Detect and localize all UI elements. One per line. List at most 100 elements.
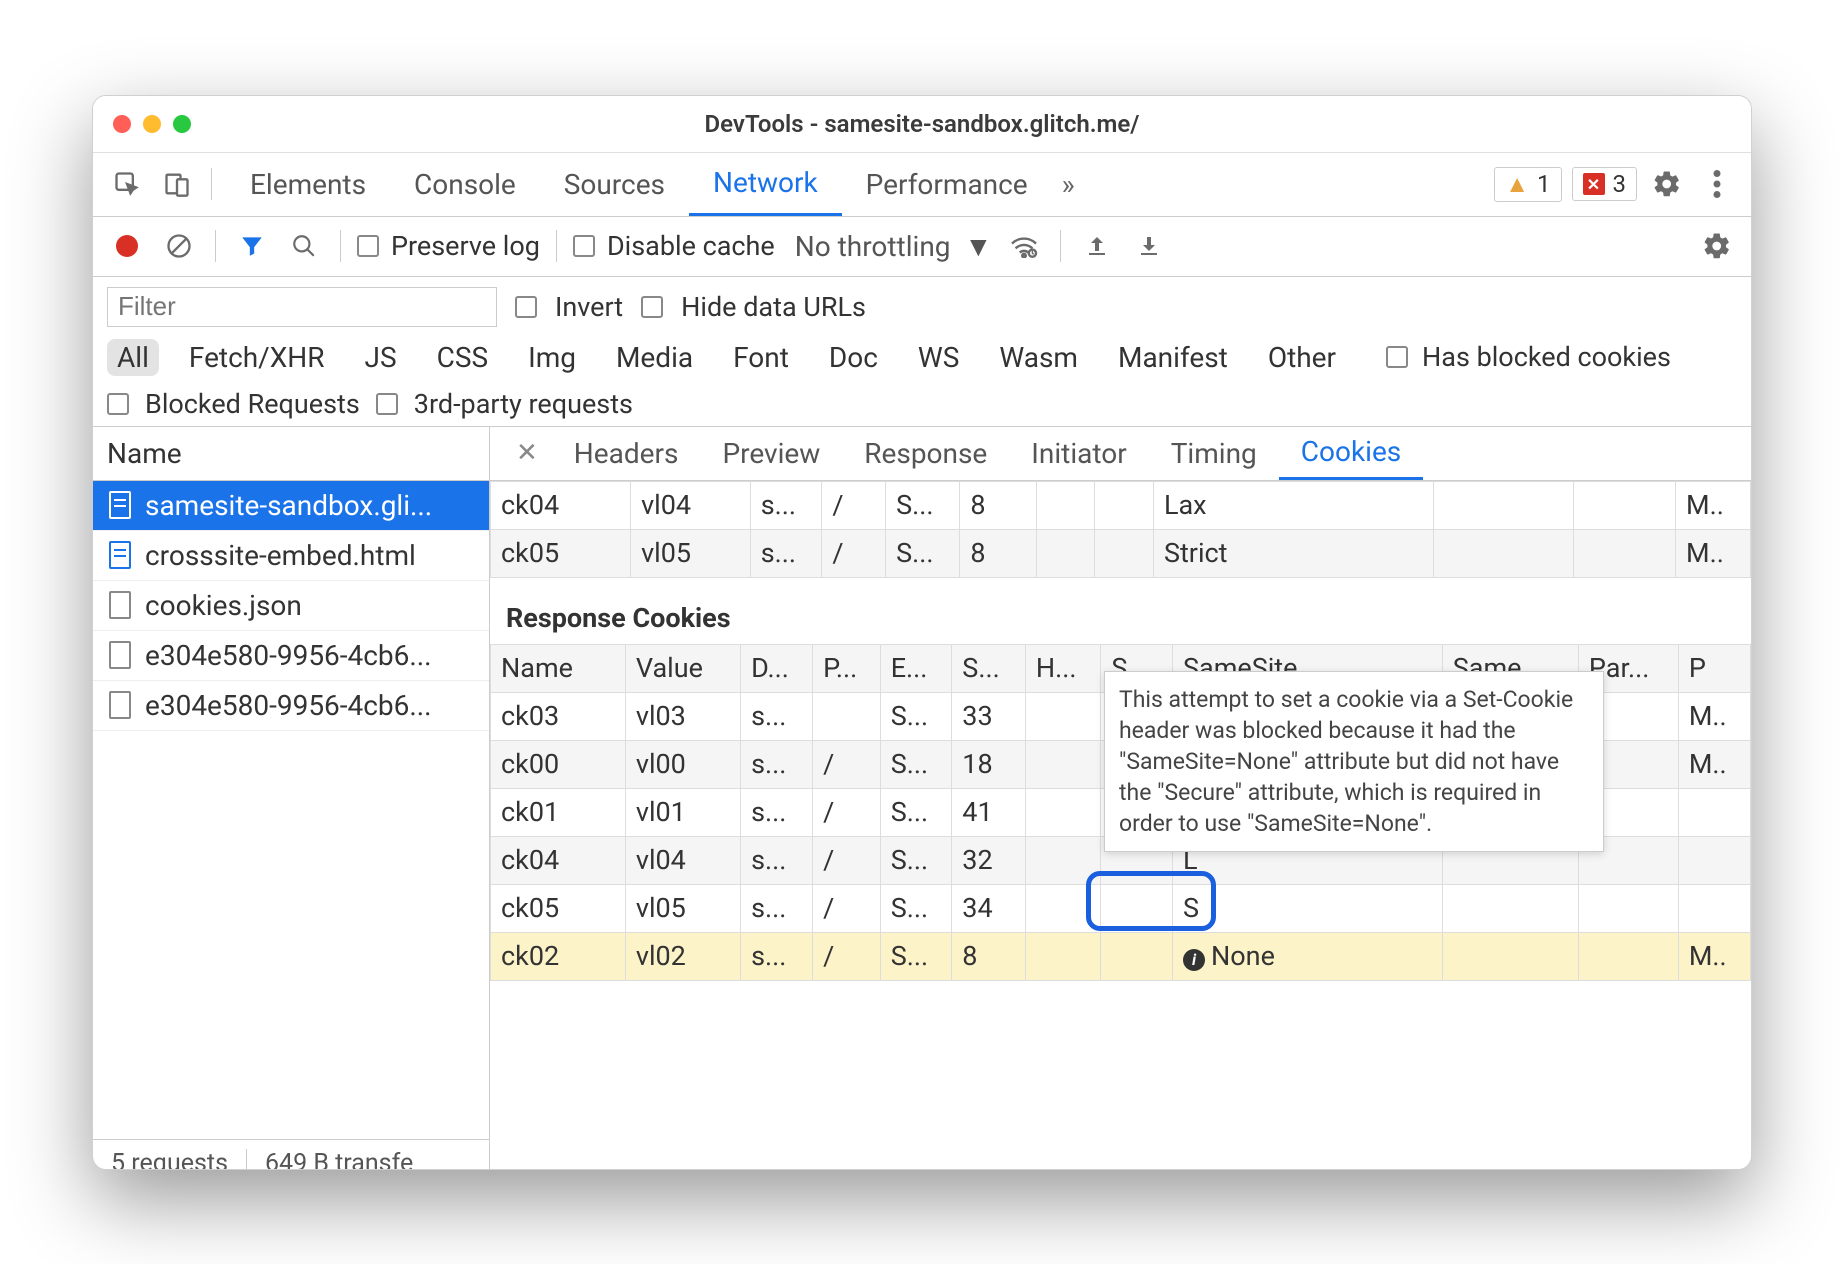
cookie-cell-p: /	[813, 740, 881, 788]
throttling-select[interactable]: No throttling ▼	[795, 230, 993, 263]
chip-ws[interactable]: WS	[908, 339, 969, 376]
tab-elements[interactable]: Elements	[226, 153, 390, 216]
chip-wasm[interactable]: Wasm	[989, 339, 1088, 376]
requests-header[interactable]: Name	[93, 427, 489, 481]
request-row[interactable]: cookies.json	[93, 581, 489, 631]
preserve-log-checkbox[interactable]	[357, 235, 379, 257]
cookie-cell-sp	[1434, 481, 1574, 529]
cookie-cell-p: /	[822, 529, 886, 577]
cookie-header-p[interactable]: P...	[813, 644, 881, 692]
network-conditions-icon[interactable]	[1004, 226, 1044, 266]
cookie-header-value[interactable]: Value	[625, 644, 740, 692]
chip-doc[interactable]: Doc	[819, 339, 888, 376]
cookie-cell-value: vl00	[625, 740, 740, 788]
blocked-requests-checkbox[interactable]	[107, 393, 129, 415]
detail-tab-response[interactable]: Response	[842, 427, 1009, 480]
traffic-lights	[93, 115, 191, 133]
request-row[interactable]: e304e580-9956-4cb6...	[93, 681, 489, 731]
panel-tabs: Elements Console Sources Network Perform…	[226, 153, 1052, 216]
minimize-window-button[interactable]	[143, 115, 161, 133]
cookie-header-d[interactable]: D...	[741, 644, 813, 692]
errors-badge[interactable]: ✕ 3	[1572, 167, 1638, 201]
cookie-cell-h	[1025, 836, 1101, 884]
cookie-cell-pri	[1678, 836, 1750, 884]
filter-input[interactable]	[107, 287, 497, 327]
chip-manifest[interactable]: Manifest	[1108, 339, 1238, 376]
cookie-cell-d: s...	[741, 692, 813, 740]
request-name: crosssite-embed.html	[145, 539, 416, 572]
cookie-cell-e: S...	[886, 481, 960, 529]
file-icon	[109, 591, 131, 619]
request-row[interactable]: samesite-sandbox.gli...	[93, 481, 489, 531]
third-party-label: 3rd-party requests	[414, 388, 633, 420]
cookie-cell-h	[1025, 884, 1101, 932]
chip-media[interactable]: Media	[606, 339, 703, 376]
cookie-header-name[interactable]: Name	[491, 644, 626, 692]
detail-tab-preview[interactable]: Preview	[700, 427, 842, 480]
disable-cache-checkbox[interactable]	[573, 235, 595, 257]
cookie-cell-d: s...	[741, 884, 813, 932]
close-details-icon[interactable]: ✕	[502, 438, 552, 468]
has-blocked-cookies-label: Has blocked cookies	[1422, 341, 1671, 373]
invert-checkbox[interactable]	[515, 296, 537, 318]
cookie-cell-value: vl05	[631, 529, 751, 577]
has-blocked-cookies-checkbox[interactable]	[1386, 346, 1408, 368]
chip-img[interactable]: Img	[518, 339, 586, 376]
close-window-button[interactable]	[113, 115, 131, 133]
kebab-menu-icon[interactable]	[1697, 164, 1737, 204]
settings-icon[interactable]	[1647, 164, 1687, 204]
search-icon[interactable]	[284, 226, 324, 266]
cookie-cell-pri: M..	[1678, 740, 1750, 788]
record-button[interactable]	[107, 226, 147, 266]
cookie-cell-name: ck03	[491, 692, 626, 740]
cookie-row[interactable]: ck05vl05s.../S...34S	[491, 884, 1751, 932]
invert-label: Invert	[555, 291, 623, 323]
tab-performance[interactable]: Performance	[842, 153, 1052, 216]
detail-tab-timing[interactable]: Timing	[1149, 427, 1279, 480]
tab-sources[interactable]: Sources	[540, 153, 689, 216]
cookie-row[interactable]: ck04vl04s.../S...8LaxM..	[491, 481, 1751, 529]
error-count: 3	[1613, 170, 1627, 198]
tab-network[interactable]: Network	[689, 153, 842, 216]
chip-css[interactable]: CSS	[427, 339, 498, 376]
detail-tab-headers[interactable]: Headers	[552, 427, 701, 480]
hide-data-urls-checkbox[interactable]	[641, 296, 663, 318]
detail-tab-initiator[interactable]: Initiator	[1009, 427, 1148, 480]
divider	[211, 168, 212, 200]
tab-console[interactable]: Console	[390, 153, 540, 216]
inspect-icon[interactable]	[107, 164, 147, 204]
clear-icon[interactable]	[159, 226, 199, 266]
request-row[interactable]: e304e580-9956-4cb6...	[93, 631, 489, 681]
cookie-header-pri[interactable]: P	[1678, 644, 1750, 692]
cookie-row[interactable]: ck02vl02s.../S...8iNoneM..	[491, 932, 1751, 980]
cookie-cell-ss: S	[1173, 884, 1443, 932]
chip-js[interactable]: JS	[355, 339, 407, 376]
filter-icon[interactable]	[232, 226, 272, 266]
cookie-header-s[interactable]: S...	[952, 644, 1026, 692]
requests-list: samesite-sandbox.gli... crosssite-embed.h…	[93, 481, 489, 1139]
upload-har-icon[interactable]	[1077, 226, 1117, 266]
more-tabs-icon[interactable]: »	[1062, 168, 1075, 201]
cookie-row[interactable]: ck05vl05s.../S...8StrictM..	[491, 529, 1751, 577]
cookie-cell-name: ck01	[491, 788, 626, 836]
cookie-cell-p: /	[813, 884, 881, 932]
cookie-cell-s: 18	[952, 740, 1026, 788]
download-har-icon[interactable]	[1129, 226, 1169, 266]
cookie-cell-h	[1036, 529, 1095, 577]
warnings-badge[interactable]: ▲ 1	[1494, 167, 1561, 202]
chip-all[interactable]: All	[107, 339, 159, 376]
cookie-header-h[interactable]: H...	[1025, 644, 1101, 692]
cookie-header-e[interactable]: E...	[880, 644, 952, 692]
device-toggle-icon[interactable]	[157, 164, 197, 204]
chip-other[interactable]: Other	[1258, 339, 1346, 376]
cookie-cell-h	[1025, 692, 1101, 740]
network-settings-icon[interactable]	[1697, 226, 1737, 266]
chip-fetchxhr[interactable]: Fetch/XHR	[179, 339, 335, 376]
chip-font[interactable]: Font	[723, 339, 799, 376]
third-party-checkbox[interactable]	[376, 393, 398, 415]
cookie-cell-p	[813, 692, 881, 740]
zoom-window-button[interactable]	[173, 115, 191, 133]
request-row[interactable]: crosssite-embed.html	[93, 531, 489, 581]
detail-tab-cookies[interactable]: Cookies	[1279, 427, 1423, 480]
request-count: 5 requests	[93, 1149, 247, 1170]
